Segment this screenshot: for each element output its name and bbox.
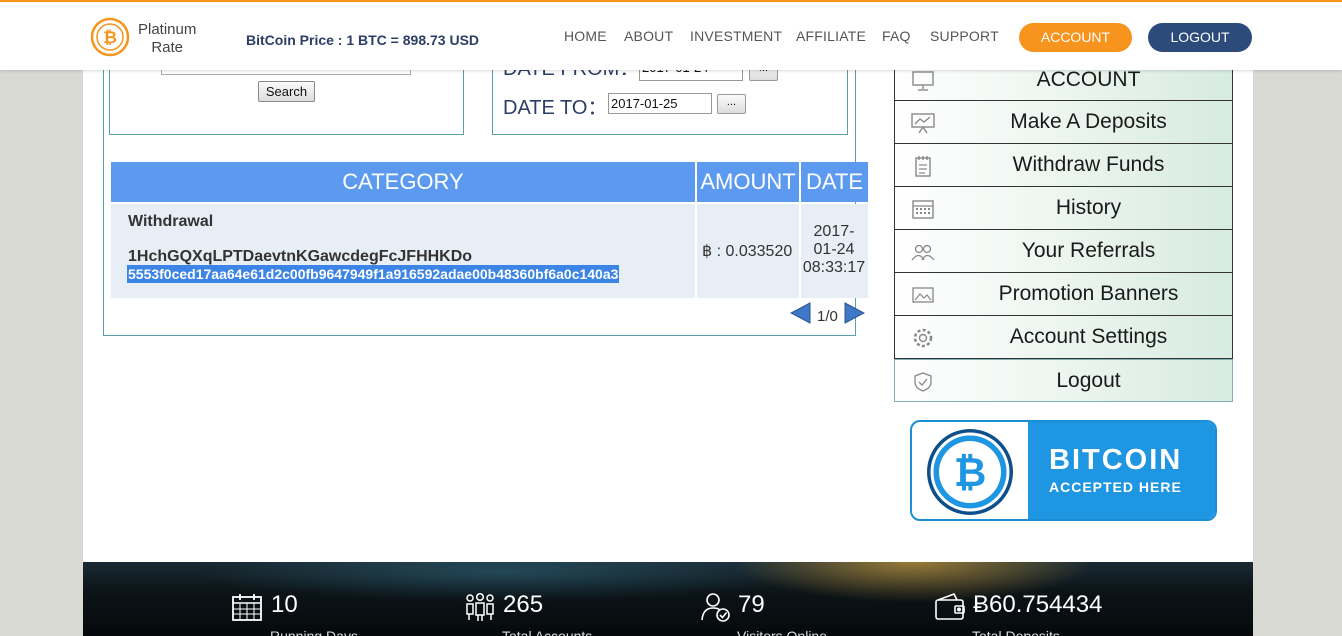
transaction-category: Withdrawal: [128, 213, 214, 230]
date-part-year: 2017-: [813, 223, 855, 240]
stat-visitors-label: Visitors Online: [737, 628, 828, 636]
sidebar-label-banners: Promotion Banners: [998, 282, 1179, 305]
calendar-icon: [232, 594, 262, 621]
monitor-icon: [912, 71, 934, 91]
presentation-chart-icon: [911, 113, 935, 134]
users-icon: [911, 244, 935, 261]
transaction-hash[interactable]: 5553f0ced17aa64e61d2c00fb9647949f1a91659…: [127, 265, 620, 283]
transaction-amount: ฿ : 0.033520: [702, 243, 793, 260]
next-page-icon[interactable]: [843, 302, 865, 324]
brand-line2: Rate: [151, 39, 184, 56]
site-header: ₿ Platinum Rate BitCoin Price : 1 BTC = …: [0, 0, 1342, 70]
nav-home[interactable]: HOME: [564, 28, 607, 44]
people-icon: [466, 592, 494, 621]
wallet-icon: [935, 592, 965, 620]
date-to-input[interactable]: 2017-01-25: [608, 93, 712, 114]
nav-support[interactable]: SUPPORT: [930, 28, 999, 44]
account-button[interactable]: ACCOUNT: [1019, 23, 1132, 52]
sidebar-item-referrals[interactable]: Your Referrals: [894, 230, 1233, 273]
date-to-picker-button[interactable]: ...: [717, 94, 746, 114]
notepad-icon: [915, 156, 931, 177]
stats-footer: 10 Running Days 265 Total Accounts 79 Vi…: [83, 562, 1253, 636]
badge-subtitle: ACCEPTED HERE: [1049, 479, 1182, 495]
column-header-category: CATEGORY: [111, 162, 695, 202]
transaction-address: 1HchGQXqLPTDaevtnKGawcdegFcJFHHKDo: [128, 248, 473, 265]
stat-total-deposits-value: Ƀ60.754434: [973, 591, 1103, 618]
date-part-day: 01-24: [813, 241, 855, 258]
date-part-time: 08:33:17: [802, 259, 866, 276]
user-check-icon: [701, 593, 730, 622]
sidebar-label-settings: Account Settings: [1009, 325, 1168, 348]
badge-title: BITCOIN: [1049, 444, 1183, 476]
stat-total-deposits-label: Total Deposits: [972, 628, 1060, 636]
shield-icon: [914, 372, 932, 392]
gear-icon: [913, 328, 933, 348]
bitcoin-coin-icon: ₿: [927, 429, 1013, 515]
nav-investment[interactable]: INVESTMENT: [690, 28, 782, 44]
stat-running-days-label: Running Days: [270, 628, 358, 636]
sidebar-item-banners[interactable]: Promotion Banners: [894, 273, 1233, 316]
sidebar-item-history[interactable]: History: [894, 187, 1233, 230]
sidebar-label-deposits: Make A Deposits: [1010, 110, 1167, 133]
brand-line1: Platinum: [138, 21, 197, 38]
bitcoin-accepted-badge: ₿ BITCOIN ACCEPTED HERE: [910, 420, 1217, 521]
image-icon: [912, 287, 934, 303]
nav-faq[interactable]: FAQ: [882, 28, 911, 44]
calendar-icon: [912, 200, 934, 219]
column-header-amount: AMOUNT: [697, 162, 799, 202]
svg-text:₿: ₿: [103, 28, 117, 48]
column-header-date: DATE: [801, 162, 868, 202]
sidebar-item-logout[interactable]: Logout: [894, 359, 1233, 402]
search-button[interactable]: Search: [258, 81, 315, 102]
sidebar-label-logout: Logout: [1056, 369, 1121, 392]
stat-visitors-value: 79: [738, 591, 765, 618]
stat-running-days-value: 10: [271, 591, 298, 618]
svg-text:₿: ₿: [954, 450, 987, 496]
sidebar-item-deposits[interactable]: Make A Deposits: [894, 101, 1233, 144]
nav-affiliate[interactable]: AFFILIATE: [796, 28, 866, 44]
stat-total-accounts-label: Total Accounts: [502, 628, 593, 636]
brand-name[interactable]: Platinum Rate: [138, 21, 196, 57]
account-side-menu: ACCOUNT Make A Deposits Withdraw Funds H…: [894, 58, 1233, 402]
page-indicator: 1/0: [817, 308, 838, 325]
bitcoin-logo-icon[interactable]: ₿: [90, 17, 130, 57]
sidebar-item-withdraw[interactable]: Withdraw Funds: [894, 144, 1233, 187]
date-to-label: DATE TO：: [503, 97, 608, 119]
transaction-date: 2017- 01-24 08:33:17: [800, 223, 868, 277]
sidebar-item-settings[interactable]: Account Settings: [894, 316, 1233, 359]
sidebar-label-withdraw: Withdraw Funds: [1012, 153, 1165, 176]
logout-button[interactable]: LOGOUT: [1148, 23, 1252, 52]
nav-about[interactable]: ABOUT: [624, 28, 673, 44]
sidebar-label-referrals: Your Referrals: [1021, 239, 1156, 262]
stat-total-accounts-value: 265: [503, 591, 544, 618]
btc-price-ticker: BitCoin Price : 1 BTC = 898.73 USD: [246, 32, 480, 48]
prev-page-icon[interactable]: [790, 302, 812, 324]
sidebar-label-history: History: [1055, 196, 1122, 219]
